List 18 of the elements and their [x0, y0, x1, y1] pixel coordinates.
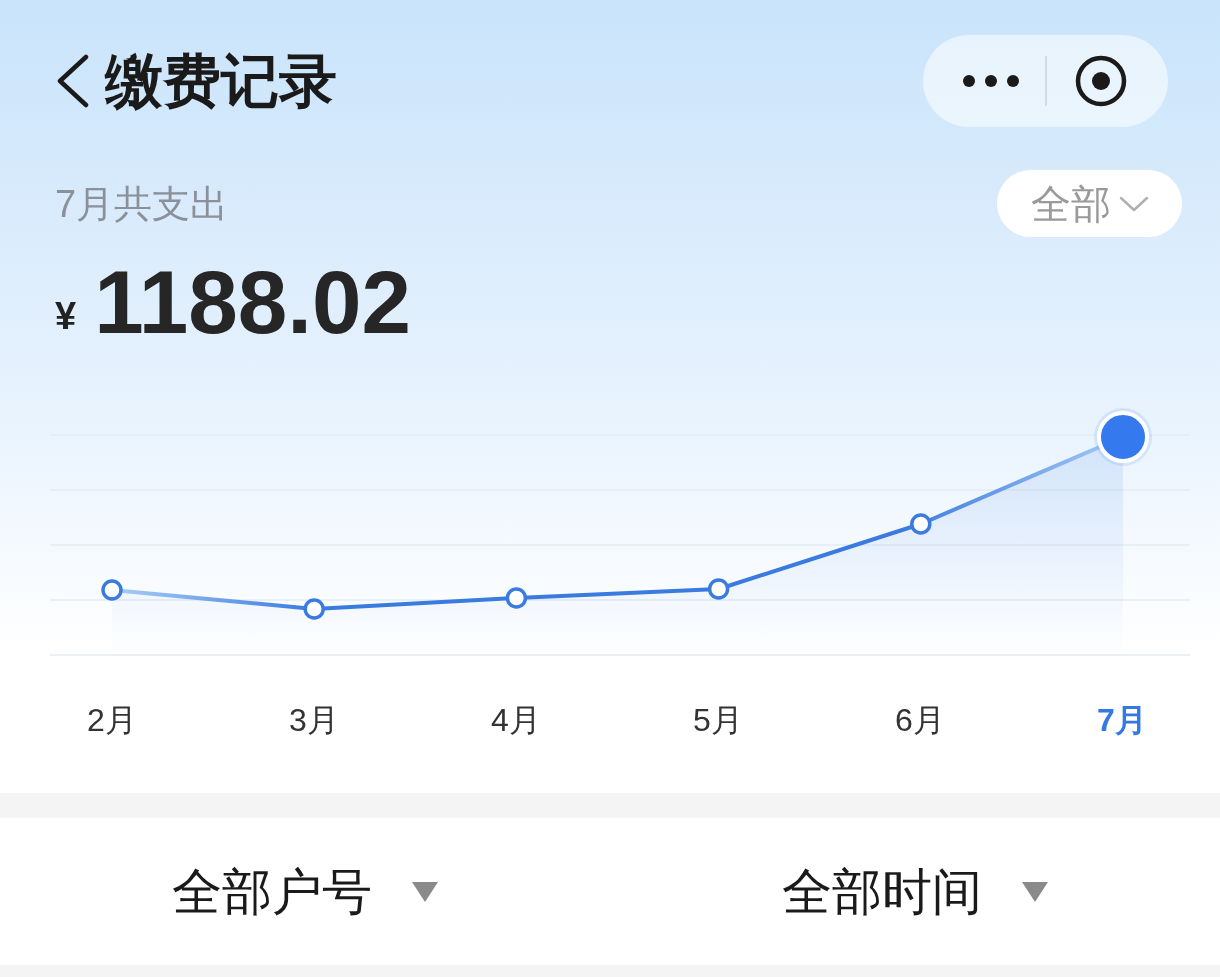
spending-label: 7月共支出: [55, 184, 229, 223]
month-label[interactable]: 3月: [289, 700, 339, 740]
total-amount: 1188.02: [94, 258, 411, 347]
target-icon[interactable]: [1075, 55, 1127, 107]
currency-symbol: ¥: [55, 297, 77, 335]
filter-dropdown[interactable]: 全部户号: [172, 866, 438, 917]
dropdown-triangle-icon: [1022, 881, 1048, 902]
dropdown-triangle-icon: [412, 881, 438, 902]
month-label[interactable]: 7月: [1097, 700, 1147, 740]
back-icon[interactable]: [55, 54, 89, 108]
page-title: 缴费记录: [105, 52, 337, 110]
month-label[interactable]: 6月: [895, 700, 945, 740]
chevron-down-icon: [1118, 195, 1149, 212]
month-label[interactable]: 5月: [693, 700, 743, 740]
filter-dropdown[interactable]: 全部时间: [782, 866, 1048, 917]
month-label[interactable]: 4月: [491, 700, 541, 740]
month-label[interactable]: 2月: [87, 700, 137, 740]
more-icon[interactable]: [962, 74, 1020, 88]
